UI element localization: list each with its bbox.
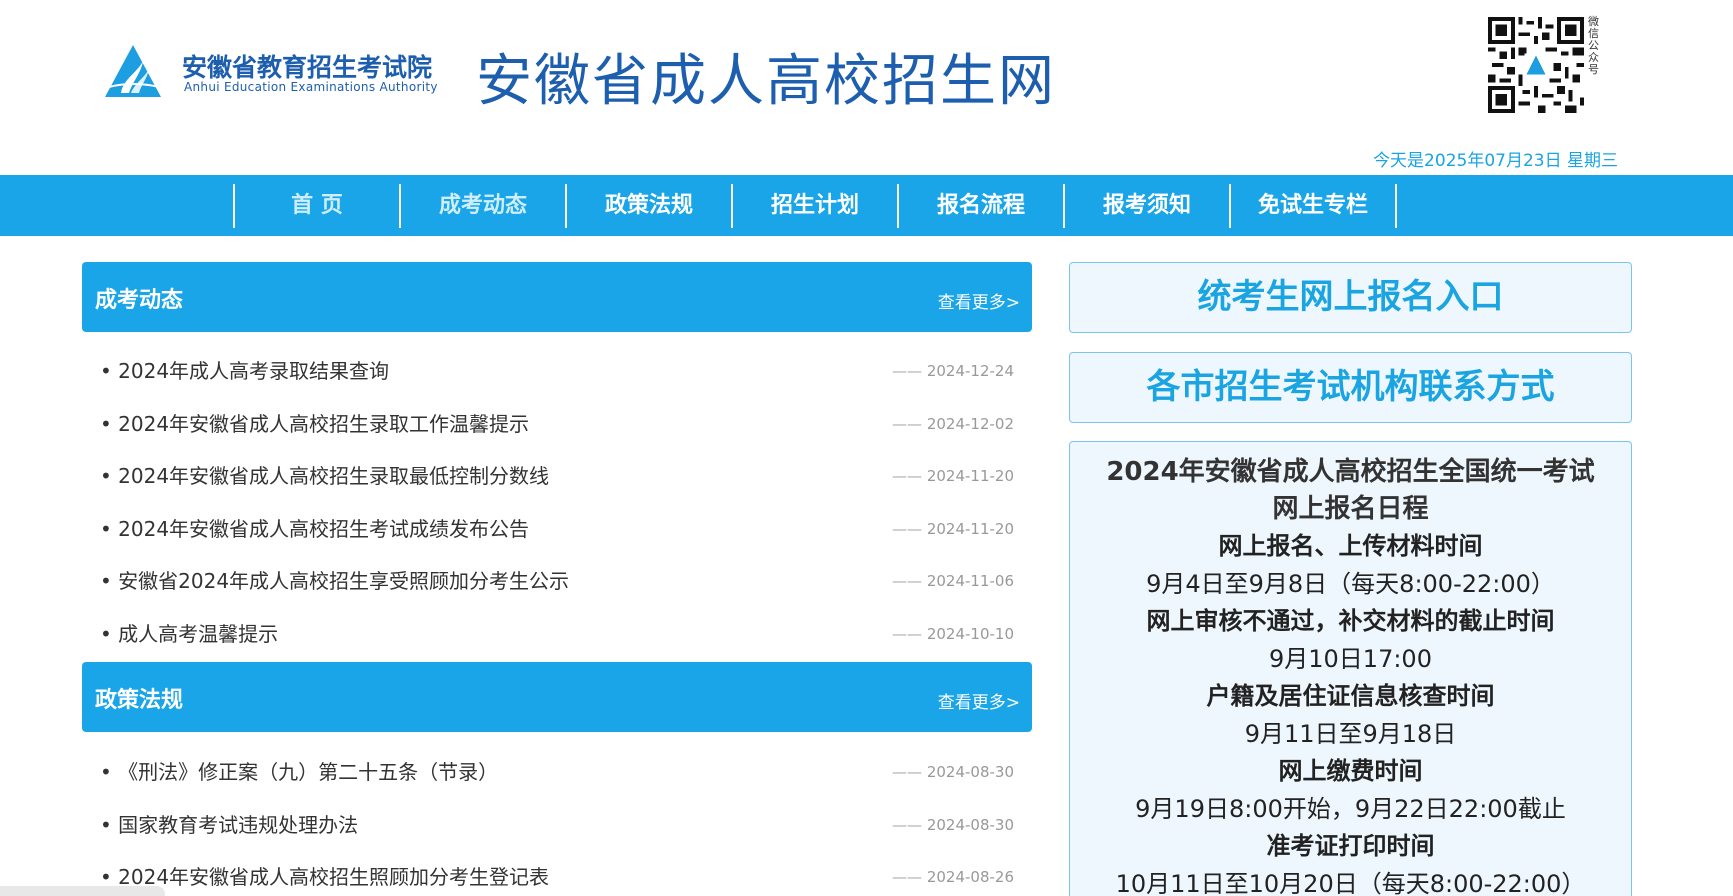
main-nav-bar: 首 页 成考动态 政策法规 招生计划 报名流程 报考须知 免试生专栏: [0, 175, 1733, 236]
schedule-time: 9月11日至9月18日: [1244, 719, 1457, 748]
news-item-date: 2024-11-06: [892, 555, 1014, 608]
city-exam-contacts-button[interactable]: 各市招生考试机构联系方式: [1069, 352, 1632, 423]
nav-item-policy[interactable]: 政策法规: [567, 184, 733, 228]
news-item: 2024年安徽省成人高校招生考试成绩发布公告 2024-11-20: [100, 503, 1014, 556]
policy-item-link[interactable]: 《刑法》修正案（九）第二十五条（节录）: [100, 746, 498, 799]
nav-item-enrollment-plan[interactable]: 招生计划: [733, 184, 899, 228]
policy-item-link[interactable]: 国家教育考试违规处理办法: [100, 799, 358, 852]
schedule-title-line2: 网上报名日程: [1272, 494, 1429, 524]
online-registration-entry-button[interactable]: 统考生网上报名入口: [1069, 262, 1632, 333]
policy-list: 《刑法》修正案（九）第二十五条（节录） 2024-08-30 国家教育考试违规处理…: [100, 746, 1014, 896]
news-item: 2024年成人高考录取结果查询 2024-12-24: [100, 345, 1014, 398]
current-date: 今天是2025年07月23日 星期三: [1373, 151, 1618, 171]
news-item-link[interactable]: 2024年成人高考录取结果查询: [100, 345, 389, 398]
schedule-time: 9月10日17:00: [1269, 644, 1432, 673]
policy-item-date: 2024-08-30: [892, 746, 1014, 799]
policy-item: 2024年安徽省成人高校招生照顾加分考生登记表 2024-08-26: [100, 851, 1014, 896]
news-item: 成人高考温馨提示 2024-10-10: [100, 608, 1014, 661]
policy-section-header: 政策法规 查看更多>: [82, 662, 1032, 732]
news-item: 2024年安徽省成人高校招生录取最低控制分数线 2024-11-20: [100, 450, 1014, 503]
exam-authority-logo-icon[interactable]: [103, 43, 163, 99]
schedule-time: 10月11日至10月20日（每天8:00-22:00）: [1115, 869, 1586, 896]
schedule-heading: 网上报名、上传材料时间: [1218, 532, 1483, 560]
schedule-heading: 准考证打印时间: [1266, 832, 1435, 860]
schedule-title: 2024年安徽省成人高校招生全国统一考试 网上报名日程: [1070, 454, 1631, 528]
news-item-date: 2024-12-02: [892, 398, 1014, 451]
policy-item-date: 2024-08-30: [892, 799, 1014, 852]
registration-schedule-box: 2024年安徽省成人高校招生全国统一考试 网上报名日程 网上报名、上传材料时间 …: [1069, 441, 1632, 896]
news-item-link[interactable]: 2024年安徽省成人高校招生录取最低控制分数线: [100, 450, 549, 503]
nav-item-exempt-students[interactable]: 免试生专栏: [1231, 184, 1397, 228]
schedule-time: 9月19日8:00开始，9月22日22:00截止: [1135, 794, 1566, 823]
policy-item-link[interactable]: 2024年安徽省成人高校招生照顾加分考生登记表: [100, 851, 549, 896]
policy-section-title: 政策法规: [95, 688, 184, 713]
nav-item-exam-notice[interactable]: 报考须知: [1065, 184, 1231, 228]
news-item-date: 2024-11-20: [892, 503, 1014, 556]
nav-item-registration-process[interactable]: 报名流程: [899, 184, 1065, 228]
news-more-link[interactable]: 查看更多>: [938, 288, 1020, 313]
policy-item: 《刑法》修正案（九）第二十五条（节录） 2024-08-30: [100, 746, 1014, 799]
site-title: 安徽省成人高校招生网: [476, 49, 1056, 114]
news-item-link[interactable]: 2024年安徽省成人高校招生录取工作温馨提示: [100, 398, 529, 451]
org-name-en: Anhui Education Examinations Authority: [184, 80, 438, 94]
news-item-link[interactable]: 成人高考温馨提示: [100, 608, 278, 661]
news-item-date: 2024-11-20: [892, 450, 1014, 503]
schedule-time: 9月4日至9月8日（每天8:00-22:00）: [1146, 569, 1555, 598]
news-item: 2024年安徽省成人高校招生录取工作温馨提示 2024-12-02: [100, 398, 1014, 451]
news-item-link[interactable]: 安徽省2024年成人高校招生享受照顾加分考生公示: [100, 555, 569, 608]
nav-item-exam-news[interactable]: 成考动态: [401, 184, 567, 228]
nav-item-home[interactable]: 首 页: [235, 184, 401, 228]
news-section-header: 成考动态 查看更多>: [82, 262, 1032, 332]
news-item-link[interactable]: 2024年安徽省成人高校招生考试成绩发布公告: [100, 503, 529, 556]
org-name-cn[interactable]: 安徽省教育招生考试院: [182, 48, 432, 84]
main-nav-list: 首 页 成考动态 政策法规 招生计划 报名流程 报考须知 免试生专栏: [233, 184, 1397, 228]
news-item: 安徽省2024年成人高校招生享受照顾加分考生公示 2024-11-06: [100, 555, 1014, 608]
wechat-qr-code-icon: [1488, 17, 1584, 113]
schedule-heading: 网上审核不通过，补交材料的截止时间: [1146, 607, 1555, 635]
schedule-title-line1: 2024年安徽省成人高校招生全国统一考试: [1106, 457, 1595, 487]
news-list: 2024年成人高考录取结果查询 2024-12-24 2024年安徽省成人高校招生…: [100, 345, 1014, 660]
site-header: 安徽省教育招生考试院 Anhui Education Examinations …: [0, 0, 1733, 175]
policy-more-link[interactable]: 查看更多>: [938, 688, 1020, 713]
news-item-date: 2024-10-10: [892, 608, 1014, 661]
policy-item: 国家教育考试违规处理办法 2024-08-30: [100, 799, 1014, 852]
news-section-title: 成考动态: [95, 288, 184, 313]
browser-status-bar: [0, 886, 165, 896]
policy-item-date: 2024-08-26: [892, 851, 1014, 896]
schedule-heading: 网上缴费时间: [1278, 757, 1423, 785]
schedule-heading: 户籍及居住证信息核查时间: [1206, 682, 1495, 710]
qr-code-label: 微信公众号: [1588, 15, 1599, 76]
news-item-date: 2024-12-24: [892, 345, 1014, 398]
